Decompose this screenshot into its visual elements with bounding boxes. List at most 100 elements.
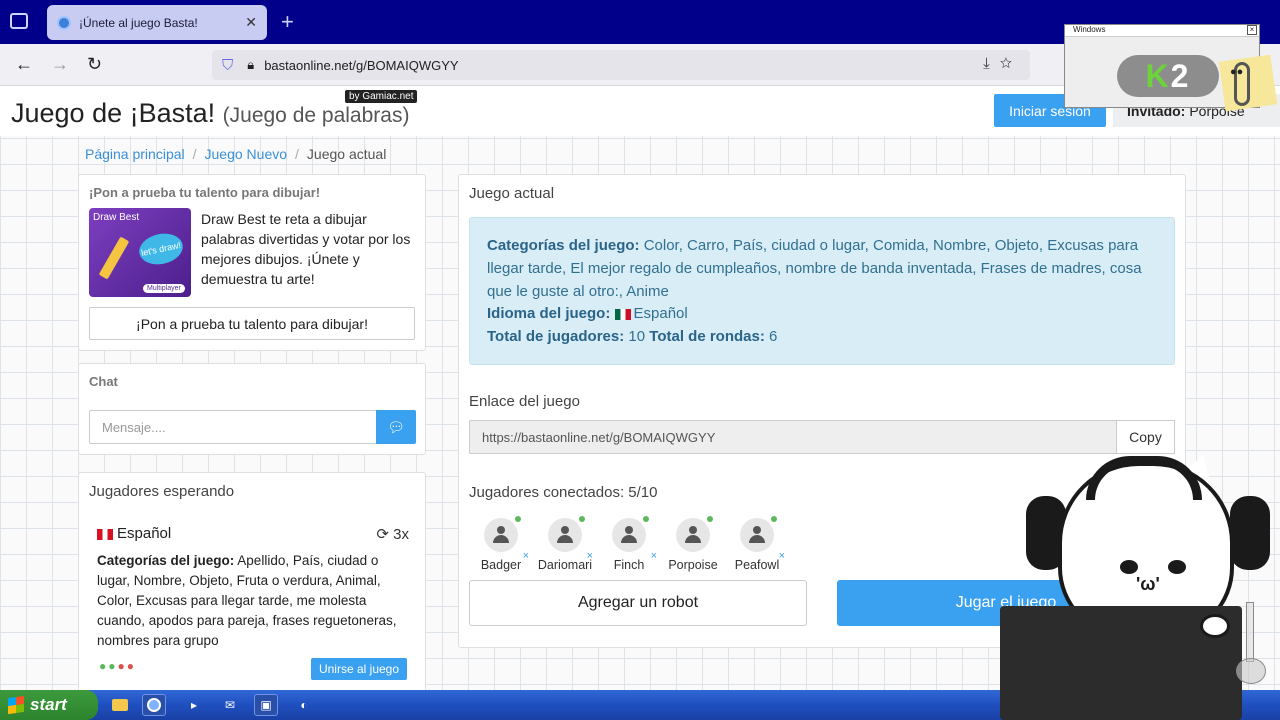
waiting-title: Jugadores esperando bbox=[89, 483, 235, 500]
kick-player-icon[interactable]: × bbox=[779, 550, 785, 562]
paperclip-assistant-icon: ●● bbox=[1212, 52, 1278, 112]
shield-icon[interactable]: ⛉ bbox=[222, 57, 233, 74]
breadcrumb-current: Juego actual bbox=[306, 146, 387, 162]
promo-panel: ¡Pon a prueba tu talento para dibujar! D… bbox=[78, 174, 426, 351]
window-icon[interactable]: ▣ bbox=[254, 694, 278, 716]
player-icon: ● bbox=[126, 659, 136, 673]
url-text[interactable]: bastaonline.net/g/BOMAIQWGYY bbox=[264, 58, 458, 73]
peru-flag-icon bbox=[97, 528, 113, 540]
game-link-label: Enlace del juego bbox=[469, 393, 580, 410]
player-item[interactable]: × Badger bbox=[469, 516, 533, 572]
lock-icon[interactable]: 🔒︎ bbox=[247, 57, 254, 73]
favicon-icon bbox=[57, 15, 71, 30]
player-item[interactable]: × Finch bbox=[597, 516, 661, 572]
save-page-icon[interactable]: ⤓ bbox=[983, 55, 1000, 72]
browser-taskbar-icon[interactable] bbox=[142, 694, 166, 716]
forward-icon[interactable]: → bbox=[51, 54, 69, 75]
folder-icon[interactable] bbox=[108, 694, 132, 716]
k2-logo: K2 bbox=[1117, 55, 1219, 97]
join-game-button[interactable]: Unirse al juego bbox=[311, 658, 407, 680]
player-item[interactable]: × Dariomari bbox=[533, 516, 597, 572]
copy-link-button[interactable]: Copy bbox=[1116, 420, 1175, 454]
user-avatar-icon bbox=[740, 516, 777, 552]
online-indicator bbox=[643, 516, 649, 522]
site-title-sub: (Juego de palabras) bbox=[222, 104, 410, 127]
breadcrumb: Página principal / Juego Nuevo / Juego actua… bbox=[85, 146, 386, 162]
connected-players-list: × Badger × Dariomari × Finch Porpoise × … bbox=[469, 516, 789, 572]
chat-panel: Chat Mensaje.... 💬︎ bbox=[78, 363, 426, 455]
draw-best-image[interactable]: Draw Best let's draw! Multiplayer bbox=[89, 208, 191, 297]
gamiac-badge[interactable]: by Gamiac.net bbox=[345, 90, 418, 103]
rounds-icon: ⟳ bbox=[376, 526, 394, 543]
headphone-right bbox=[1230, 496, 1270, 570]
waiting-players-panel: Jugadores esperando Español ⟳ 3x Categor… bbox=[78, 472, 426, 690]
browser-tab[interactable]: ¡Únete al juego Basta! ✕ bbox=[47, 5, 267, 40]
player-icon: ● bbox=[99, 659, 109, 673]
user-star-avatar-icon bbox=[676, 516, 713, 552]
user-avatar-icon bbox=[548, 516, 585, 552]
multiplayer-badge: Multiplayer bbox=[143, 284, 185, 293]
bookmark-star-icon[interactable]: ☆ bbox=[1000, 55, 1022, 72]
reload-icon[interactable]: ↻ bbox=[87, 54, 102, 75]
address-bar[interactable]: ⛉ 🔒︎ bastaonline.net/g/BOMAIQWGYY ⤓☆ bbox=[212, 50, 1030, 80]
close-tab-icon[interactable]: ✕ bbox=[245, 14, 257, 31]
terminal-icon[interactable]: ▸ bbox=[182, 694, 206, 716]
waiting-rounds-value: 3x bbox=[393, 526, 409, 543]
chat-message-input[interactable]: Mensaje.... bbox=[89, 410, 377, 444]
breadcrumb-new-game[interactable]: Juego Nuevo bbox=[205, 146, 288, 162]
game-language-label: Idioma del juego: bbox=[487, 305, 611, 323]
glass-pipe-icon bbox=[1232, 602, 1272, 686]
kick-player-icon[interactable]: × bbox=[587, 550, 593, 562]
online-indicator bbox=[771, 516, 777, 522]
game-language: Español bbox=[633, 305, 688, 323]
waiting-categories: Categorías del juego: Apellido, País, ci… bbox=[97, 551, 409, 651]
k2-window-title: Windows bbox=[1073, 25, 1106, 34]
waiting-language: Español bbox=[117, 525, 172, 542]
kick-player-icon[interactable]: × bbox=[651, 550, 657, 562]
online-indicator bbox=[707, 516, 713, 522]
promo-button[interactable]: ¡Pon a prueba tu talento para dibujar! bbox=[89, 307, 415, 340]
add-robot-button[interactable]: Agregar un robot bbox=[469, 580, 807, 626]
total-rounds-label: Total de rondas: bbox=[649, 328, 765, 346]
breadcrumb-separator: / bbox=[192, 146, 197, 162]
player-item[interactable]: × Peafowl bbox=[725, 516, 789, 572]
player-icon: ● bbox=[108, 659, 118, 673]
close-icon[interactable]: × bbox=[1247, 25, 1257, 35]
waiting-categories-label: Categorías del juego: bbox=[97, 553, 235, 568]
tab-list-icon[interactable] bbox=[10, 13, 28, 29]
draw-best-image-title: Draw Best bbox=[93, 212, 140, 223]
start-label: start bbox=[30, 695, 67, 714]
tab-title: ¡Únete al juego Basta! bbox=[79, 15, 198, 30]
mail-icon[interactable]: ✉︎ bbox=[218, 694, 242, 716]
user-avatar-icon bbox=[484, 516, 521, 552]
breadcrumb-home[interactable]: Página principal bbox=[85, 146, 185, 162]
breadcrumb-separator: / bbox=[295, 146, 299, 162]
user-avatar-icon bbox=[612, 516, 649, 552]
windows-logo-icon bbox=[8, 695, 24, 715]
promo-text: Draw Best te reta a dibujar palabras div… bbox=[201, 211, 411, 287]
cat-mouth: 'ω' bbox=[1136, 574, 1160, 594]
mexico-flag-icon bbox=[614, 308, 631, 320]
start-button[interactable]: start bbox=[0, 690, 98, 720]
player-name: Porpoise bbox=[668, 558, 718, 572]
chat-send-button[interactable]: 💬︎ bbox=[376, 410, 416, 444]
promo-heading: ¡Pon a prueba tu talento para dibujar! bbox=[89, 185, 321, 200]
player-item[interactable]: Porpoise bbox=[661, 516, 725, 572]
kick-player-icon[interactable]: × bbox=[523, 550, 529, 562]
k2-window-titlebar: Windows × bbox=[1065, 25, 1259, 37]
game-categories-label: Categorías del juego: bbox=[487, 237, 640, 254]
online-indicator bbox=[515, 516, 521, 522]
media-icon[interactable]: ◐ bbox=[292, 694, 316, 716]
game-link-field[interactable]: https://bastaonline.net/g/BOMAIQWGYY bbox=[469, 420, 1117, 454]
waiting-rounds: ⟳ 3x bbox=[376, 525, 409, 543]
new-tab-button[interactable]: + bbox=[281, 9, 294, 35]
waiting-player-icons: ●●●● bbox=[99, 659, 136, 673]
back-icon[interactable]: ← bbox=[15, 54, 33, 75]
online-indicator bbox=[579, 516, 585, 522]
total-players: 10 bbox=[628, 328, 646, 346]
total-rounds: 6 bbox=[769, 328, 778, 346]
waiting-game-row: Español ⟳ 3x bbox=[97, 525, 409, 543]
draw-bubble: let's draw! bbox=[136, 229, 186, 269]
cat-paw bbox=[1200, 614, 1230, 638]
pencil-icon bbox=[98, 236, 130, 280]
